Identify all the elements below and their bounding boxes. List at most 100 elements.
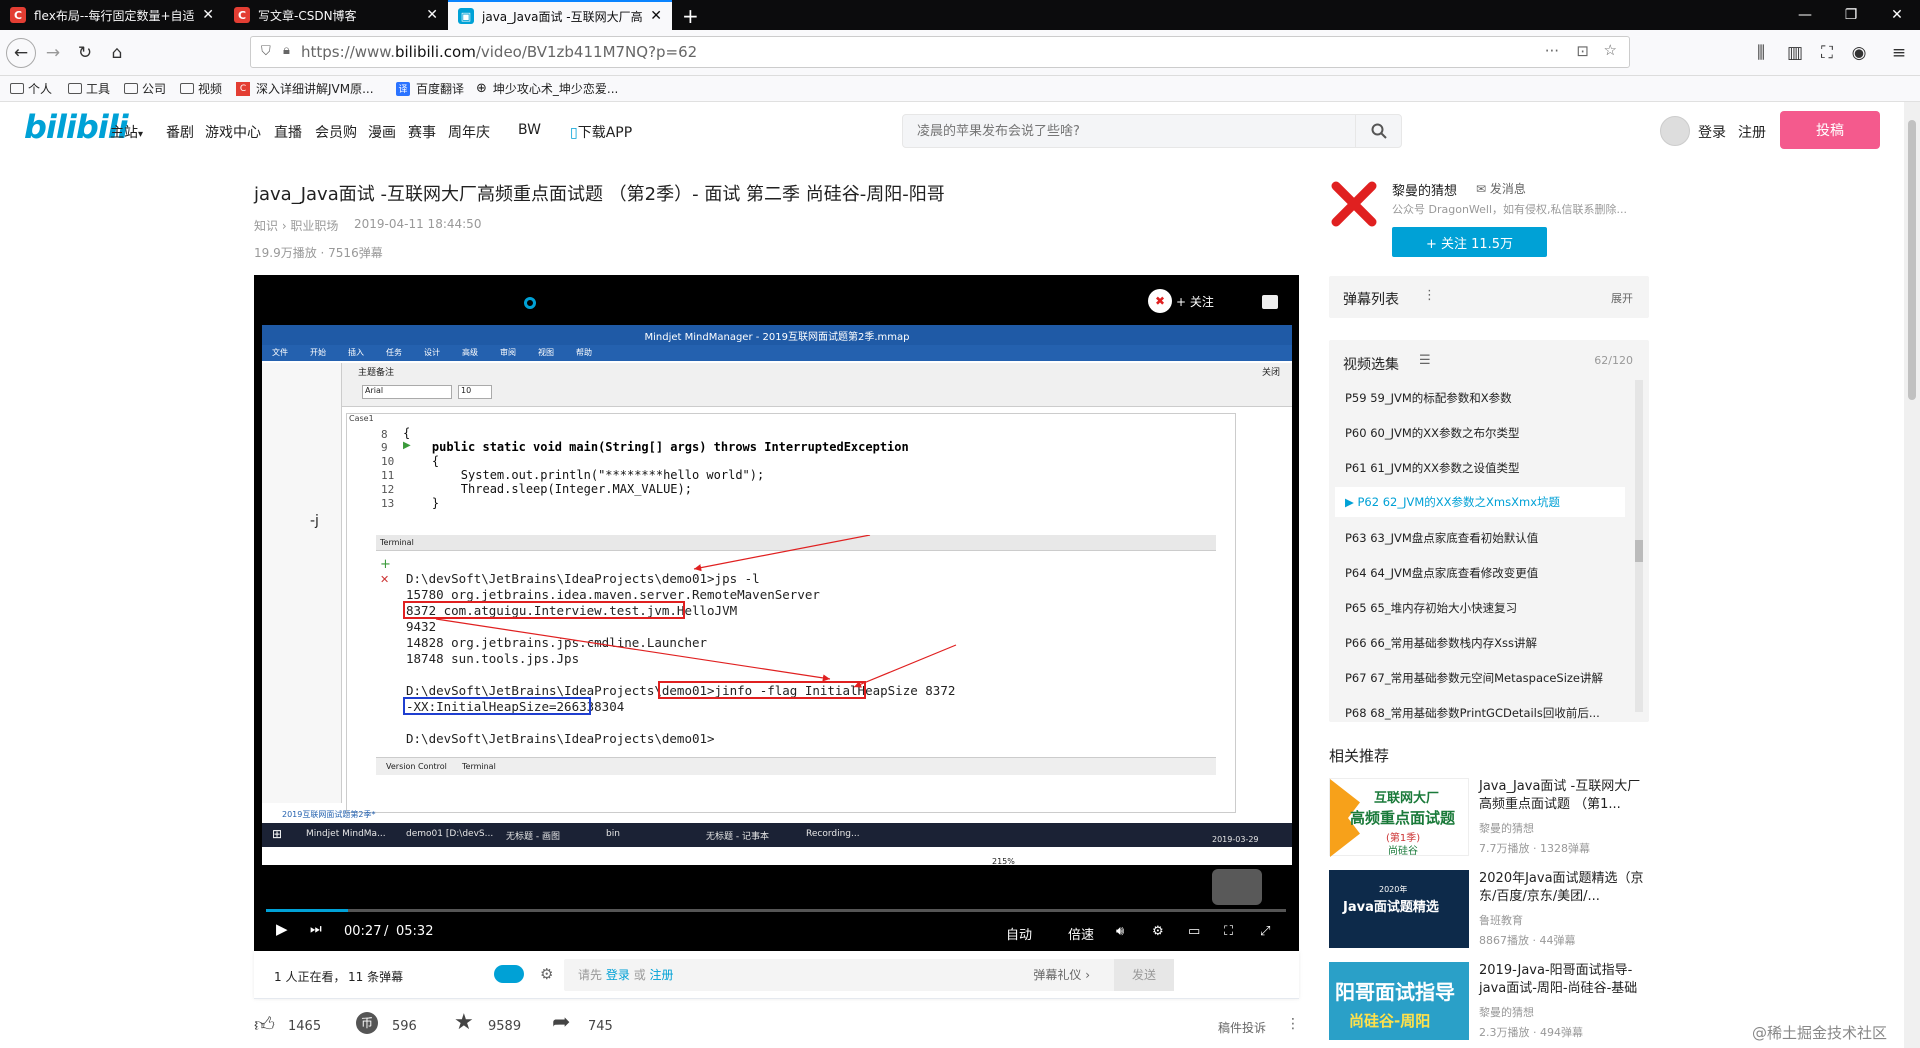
close-icon[interactable]: ✕ [650, 8, 662, 24]
quality-auto[interactable]: 自动 [1006, 924, 1032, 943]
browser-tab[interactable]: C 写文章-CSDN博客 ✕ [224, 0, 448, 30]
report-link[interactable]: 稿件投诉 [1218, 1019, 1266, 1036]
upload-button[interactable]: 投稿 [1780, 111, 1880, 149]
related-video-title[interactable]: 2020年Java面试题精选（京东/百度/京东/美团/... [1479, 870, 1649, 906]
next-icon[interactable]: ⏭ [310, 922, 322, 937]
danmaku-etiquette[interactable]: 弹幕礼仪 › [1033, 959, 1090, 991]
favorite-star-icon[interactable]: ★ [454, 1010, 474, 1035]
playlist-item[interactable]: P63 63_JVM盘点家底查看初始默认值 [1345, 530, 1635, 546]
playlist-item[interactable]: P60 60_JVM的XX参数之布尔类型 [1345, 425, 1635, 441]
danmaku-toggle-icon[interactable] [1262, 295, 1278, 309]
star-icon[interactable]: ☆ [1604, 41, 1617, 59]
like-icon[interactable]: 👍︎ [254, 1012, 275, 1037]
playlist-item[interactable]: P65 65_堆内存初始大小快速复习 [1345, 600, 1635, 616]
back-icon[interactable]: ← [6, 38, 36, 68]
home-icon[interactable]: ⌂ [102, 38, 132, 68]
nav-item[interactable]: 直播 [274, 122, 302, 142]
menu-icon[interactable]: ≡ [1884, 38, 1914, 68]
playlist-item[interactable]: P66 66_常用基础参数栈内存Xss讲解 [1345, 635, 1635, 651]
related-video-title[interactable]: 2019-Java-阳哥面试指导-java面试-周阳-尚硅谷-基础 [1479, 962, 1649, 998]
bookmark-folder[interactable]: 公司 [124, 80, 166, 97]
playlist-item[interactable]: P59 59_JVM的标配参数和X参数 [1345, 390, 1635, 406]
play-icon[interactable]: ▶ [276, 920, 288, 938]
restore-icon[interactable]: ❐ [1828, 0, 1874, 30]
speed-button[interactable]: 倍速 [1068, 924, 1094, 943]
danmaku-input[interactable]: 请先 登录 或 注册 弹幕礼仪 › 发送 [564, 959, 1174, 991]
playlist-item[interactable]: P68 68_常用基础参数PrintGCDetails回收前后... [1345, 705, 1635, 721]
danmaku-switch[interactable] [494, 965, 524, 983]
minimize-icon[interactable]: — [1782, 0, 1828, 30]
volume-icon[interactable]: 🔊︎ [1116, 924, 1124, 939]
related-thumbnail[interactable]: 阳哥面试指导 尚硅谷-周阳 [1329, 962, 1469, 1040]
related-thumbnail[interactable]: 2020年 Java面试题精选 [1329, 870, 1469, 948]
expand-link[interactable]: 展开 [1611, 290, 1633, 306]
more-icon[interactable]: ··· [1545, 42, 1559, 60]
playlist-item[interactable]: P64 64_JVM盘点家底查看修改变更值 [1345, 565, 1635, 581]
shield-icon[interactable]: ⛉ [261, 44, 271, 59]
send-message-link[interactable]: ✉ 发消息 [1476, 180, 1526, 197]
danmaku-list-panel[interactable]: 弹幕列表 ⋮ 展开 [1329, 276, 1649, 318]
nav-download-app[interactable]: ▯下载APP [570, 122, 632, 142]
reload-icon[interactable]: ↻ [70, 38, 100, 68]
bookmark-link[interactable]: ⊕ 坤少攻心术_坤少恋爱... [476, 80, 618, 97]
playlist-scrollbar[interactable] [1635, 380, 1643, 712]
progress-bar[interactable] [266, 909, 1286, 912]
related-author[interactable]: 黎曼的猜想 [1479, 1004, 1534, 1020]
library-icon[interactable]: ⫼ [1746, 38, 1776, 68]
more-vertical-icon[interactable]: ⋮ [1286, 1016, 1300, 1032]
nav-main[interactable]: 主站▾ [110, 122, 143, 142]
share-icon[interactable]: ➦ [552, 1010, 570, 1035]
playlist-item[interactable]: P61 61_JVM的XX参数之设值类型 [1345, 460, 1635, 476]
login-link[interactable]: 登录 [1698, 122, 1726, 142]
bookmark-folder[interactable]: 个人 [10, 80, 52, 97]
coin-icon[interactable]: 币 [356, 1012, 378, 1034]
browser-tab-active[interactable]: ▣ java_Java面试 -互联网大厂高 ✕ [448, 0, 672, 30]
close-icon[interactable]: ✕ [426, 7, 438, 23]
follow-button[interactable]: + 关注 11.5万 [1392, 227, 1547, 257]
nav-item[interactable]: 漫画 [368, 122, 396, 142]
account-icon[interactable]: ◉ [1844, 38, 1874, 68]
related-video-title[interactable]: Java_Java面试 -互联网大厂高频重点面试题 （第1... [1479, 778, 1649, 814]
bookmark-folder[interactable]: 视频 [180, 80, 222, 97]
uploader-avatar[interactable] [1330, 180, 1378, 228]
nav-item[interactable]: 游戏中心 [205, 122, 261, 142]
search-icon[interactable] [1355, 115, 1401, 147]
avatar[interactable] [1660, 116, 1690, 146]
search-input[interactable] [903, 115, 1343, 147]
bookmark-link[interactable]: 译百度翻译 [396, 80, 464, 97]
bookmark-folder[interactable]: 工具 [68, 80, 110, 97]
playlist-scroll-thumb[interactable] [1635, 540, 1643, 562]
forward-icon[interactable]: → [38, 38, 68, 68]
page-scrollbar[interactable] [1904, 102, 1920, 1048]
pocket-icon[interactable]: ⊡ [1576, 42, 1589, 60]
danmaku-settings-icon[interactable]: ⚙ [540, 965, 553, 983]
register-link[interactable]: 注册 [1738, 122, 1766, 142]
page-scroll-thumb[interactable] [1908, 120, 1916, 400]
url-bar[interactable]: ⛉ 🔒︎ https://www. bilibili.com/video/BV1z… [250, 36, 1630, 68]
nav-item[interactable]: 周年庆 [448, 122, 490, 142]
web-fullscreen-icon[interactable]: ⛶ [1224, 924, 1233, 939]
screenshot-icon[interactable]: ⛶ [1812, 38, 1842, 68]
browser-tab[interactable]: C flex布局--每行固定数量+自适 ✕ [0, 0, 224, 30]
player-follow-button[interactable]: ✖ + 关注 [1148, 289, 1240, 313]
play-overlay-icon[interactable] [1212, 869, 1262, 905]
more-vertical-icon[interactable]: ⋮ [1423, 288, 1436, 303]
nav-item[interactable]: 会员购 [315, 122, 357, 142]
bookmark-link[interactable]: C 深入详细讲解JVM原... [236, 80, 374, 97]
video-category[interactable]: 知识 › 职业职场 [254, 217, 338, 234]
nav-item[interactable]: BW [518, 122, 541, 138]
nav-item[interactable]: 赛事 [408, 122, 436, 142]
new-tab-icon[interactable]: + [682, 4, 699, 28]
widescreen-icon[interactable]: ▭ [1188, 924, 1200, 939]
uploader-name[interactable]: 黎曼的猜想 [1392, 180, 1457, 199]
playlist-item-active[interactable]: ▶ P62 62_JVM的XX参数之XmsXmx坑题 [1335, 487, 1625, 517]
send-button[interactable]: 发送 [1114, 959, 1174, 991]
related-author[interactable]: 鲁班教育 [1479, 912, 1523, 928]
related-thumbnail[interactable]: 互联网大厂 高频重点面试题 (第1季) 尚硅谷 [1329, 778, 1469, 857]
playlist-item[interactable]: P67 67_常用基础参数元空间MetaspaceSize讲解 [1345, 670, 1635, 686]
fullscreen-icon[interactable]: ⤢ [1260, 924, 1270, 939]
danmaku-register-link[interactable]: 注册 [650, 968, 674, 982]
related-author[interactable]: 黎曼的猜想 [1479, 820, 1534, 836]
window-close-icon[interactable]: ✕ [1874, 0, 1920, 30]
nav-item[interactable]: 番剧 [166, 122, 194, 142]
